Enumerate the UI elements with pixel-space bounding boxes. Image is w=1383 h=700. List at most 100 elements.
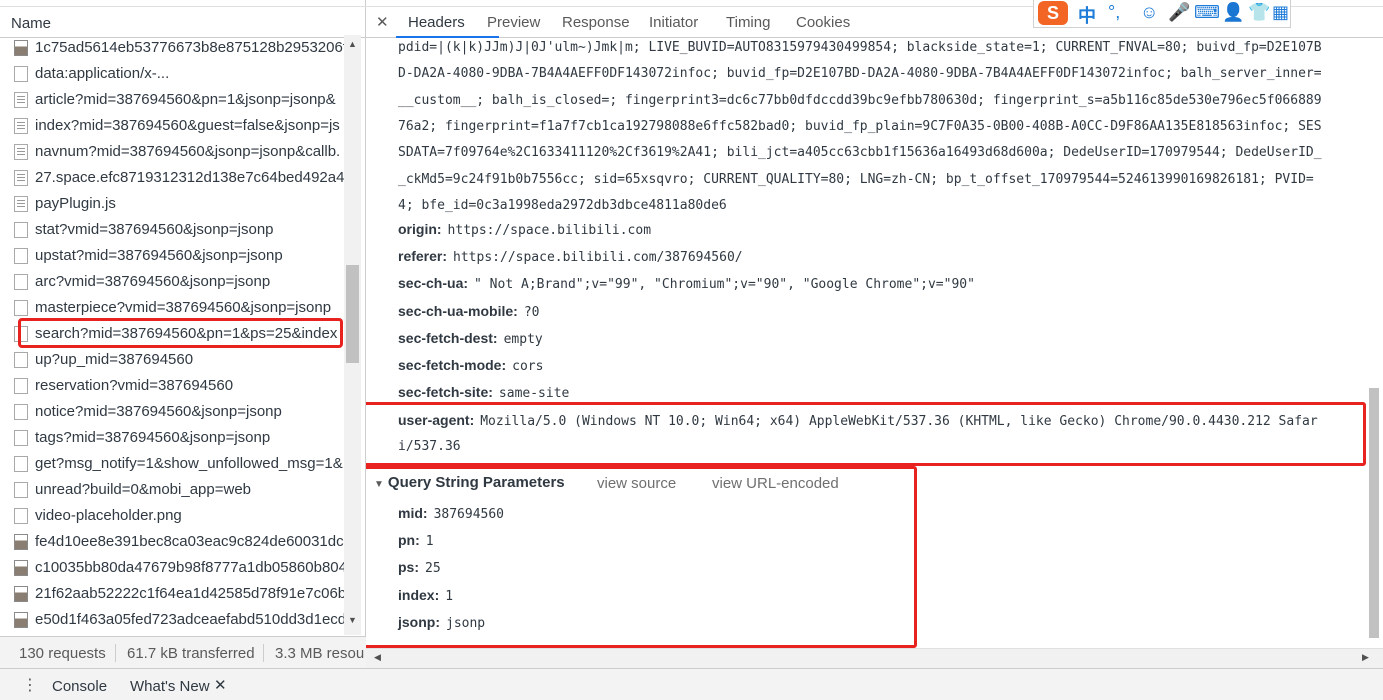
tab-whats-new[interactable]: What's New <box>130 678 210 695</box>
blank-file-icon <box>14 430 28 446</box>
network-summary-bar: 130 requests 61.7 kB transferred 3.3 MB … <box>0 636 366 668</box>
request-row[interactable]: unread?build=0&mobi_app=web <box>0 477 344 503</box>
request-row[interactable]: upstat?mid=387694560&jsonp=jsonp <box>0 243 344 269</box>
tab-cookies[interactable]: Cookies <box>796 14 850 31</box>
request-name: up?up_mid=387694560 <box>35 351 194 368</box>
close-icon[interactable]: ✕ <box>376 13 389 31</box>
blank-file-icon <box>14 274 28 290</box>
request-name: 1c75ad5614eb53776673b8e875128b2953206f. <box>35 39 344 56</box>
mic-icon[interactable]: 🎤 <box>1168 2 1190 23</box>
request-row[interactable]: arc?vmid=387694560&jsonp=jsonp <box>0 269 344 295</box>
divider <box>263 644 264 662</box>
request-name: reservation?vmid=387694560 <box>35 377 234 394</box>
request-name: video-placeholder.png <box>35 507 182 524</box>
request-name: payPlugin.js <box>35 195 116 212</box>
punctuation-toggle[interactable]: °, <box>1108 2 1120 23</box>
name-column-header[interactable]: Name <box>11 15 51 32</box>
request-row[interactable]: reservation?vmid=387694560 <box>0 373 344 399</box>
document-icon <box>14 196 28 212</box>
request-name: get?msg_notify=1&show_unfollowed_msg=1& <box>35 455 343 472</box>
sogou-logo-icon[interactable]: S <box>1038 1 1068 25</box>
scrollbar-thumb[interactable] <box>346 265 359 363</box>
request-row[interactable]: get?msg_notify=1&show_unfollowed_msg=1& <box>0 451 344 477</box>
request-row[interactable]: 1c75ad5614eb53776673b8e875128b2953206f. <box>0 35 344 61</box>
request-row[interactable]: fe4d10ee8e391bec8ca03eac9c824de60031dce <box>0 529 344 555</box>
blank-file-icon <box>14 508 28 524</box>
request-name: 27.space.efc8719312312d138e7c64bed492a48 <box>35 169 344 186</box>
scroll-down-icon[interactable]: ▼ <box>348 615 357 625</box>
tab-initiator[interactable]: Initiator <box>649 14 698 31</box>
document-icon <box>14 118 28 134</box>
request-name: e50d1f463a05fed723adceaefabd510dd3d1ecd <box>35 611 344 628</box>
request-name: tags?mid=387694560&jsonp=jsonp <box>35 429 271 446</box>
request-name: unread?build=0&mobi_app=web <box>35 481 252 498</box>
divider <box>115 644 116 662</box>
tab-console[interactable]: Console <box>52 678 107 695</box>
scroll-right-icon[interactable]: ▶ <box>1362 652 1369 663</box>
header-name: sec-fetch-mode: <box>398 357 507 373</box>
request-row[interactable]: 27.space.efc8719312312d138e7c64bed492a48 <box>0 165 344 191</box>
request-name: masterpiece?vmid=387694560&jsonp=jsonp <box>35 299 332 316</box>
details-horizontal-scrollbar[interactable]: ◀ ▶ <box>366 648 1383 668</box>
grid-icon[interactable]: ▦ <box>1272 2 1289 23</box>
request-name: upstat?mid=387694560&jsonp=jsonp <box>35 247 283 264</box>
request-name: fe4d10ee8e391bec8ca03eac9c824de60031dce <box>35 533 344 550</box>
tab-headers[interactable]: Headers <box>408 14 465 31</box>
header-name: origin: <box>398 221 442 237</box>
request-header: sec-ch-ua: " Not A;Brand";v="99", "Chromi… <box>398 275 975 292</box>
scrollbar-thumb[interactable] <box>1369 388 1379 638</box>
request-row[interactable]: notice?mid=387694560&jsonp=jsonp <box>0 399 344 425</box>
emoji-icon[interactable]: ☺ <box>1140 2 1158 23</box>
scroll-left-icon[interactable]: ◀ <box>374 652 381 663</box>
request-row[interactable]: article?mid=387694560&pn=1&jsonp=jsonp& <box>0 87 344 113</box>
request-row[interactable]: 21f62aab52222c1f64ea1d42585d78f91e7c06b. <box>0 581 344 607</box>
request-row[interactable]: stat?vmid=387694560&jsonp=jsonp <box>0 217 344 243</box>
header-name: sec-fetch-dest: <box>398 329 498 346</box>
input-mode-toggle[interactable]: 中 <box>1078 2 1096 28</box>
request-row[interactable]: e50d1f463a05fed723adceaefabd510dd3d1ecd <box>0 607 344 633</box>
ime-toolbar: S 中 °, ☺ 🎤 ⌨ 👤 👕 ▦ <box>1033 0 1291 28</box>
image-file-icon <box>14 612 28 628</box>
scroll-up-icon[interactable]: ▲ <box>348 39 357 49</box>
request-row[interactable]: data:application/x-... <box>0 61 344 87</box>
tab-timing[interactable]: Timing <box>726 14 770 31</box>
request-name: index?mid=387694560&guest=false&jsonp=js <box>35 117 340 134</box>
details-vertical-scrollbar[interactable] <box>1366 38 1383 648</box>
header-name: sec-fetch-site: <box>398 384 493 401</box>
request-row[interactable]: up?up_mid=387694560 <box>0 347 344 373</box>
more-options-icon[interactable]: ⋮ <box>22 675 38 695</box>
image-file-icon <box>14 560 28 576</box>
resource-size: 3.3 MB resou <box>275 645 365 662</box>
request-row[interactable]: tags?mid=387694560&jsonp=jsonp <box>0 425 344 451</box>
tab-response[interactable]: Response <box>562 14 630 31</box>
request-name: 21f62aab52222c1f64ea1d42585d78f91e7c06b. <box>35 585 344 602</box>
request-row[interactable]: c10035bb80da47679b98f8777a1db05860b804 <box>0 555 344 581</box>
user-icon[interactable]: 👤 <box>1222 2 1244 23</box>
request-row[interactable]: index?mid=387694560&guest=false&jsonp=js <box>0 113 344 139</box>
header-name: sec-ch-ua-mobile: <box>398 302 518 319</box>
query-string-highlight <box>366 466 917 648</box>
keyboard-icon[interactable]: ⌨ <box>1194 2 1220 23</box>
header-value: ?0 <box>523 304 540 320</box>
request-name: c10035bb80da47679b98f8777a1db05860b804 <box>35 559 344 576</box>
header-value: cors <box>512 359 544 374</box>
image-file-icon <box>14 534 28 550</box>
document-icon <box>14 170 28 186</box>
cookie-value-line: SDATA=7f09764e%2C1633411120%2Cf3619%2A41… <box>398 145 1322 161</box>
request-row[interactable]: navnum?mid=387694560&jsonp=jsonp&callb. <box>0 139 344 165</box>
request-row[interactable]: payPlugin.js <box>0 191 344 217</box>
blank-file-icon <box>14 352 28 368</box>
blank-file-icon <box>14 300 28 316</box>
request-list-scrollbar[interactable]: ▲ ▼ <box>344 35 361 635</box>
header-name: sec-ch-ua: <box>398 275 469 292</box>
request-header: sec-fetch-mode: cors <box>398 357 543 374</box>
cookie-value-line: _ckMd5=9c24f91b0b7556cc; sid=65xsqvro; C… <box>398 171 1314 187</box>
request-name: arc?vmid=387694560&jsonp=jsonp <box>35 273 271 290</box>
request-header: sec-ch-ua-mobile: ?0 <box>398 303 539 320</box>
transferred-size: 61.7 kB transferred <box>127 645 255 662</box>
request-row[interactable]: video-placeholder.png <box>0 503 344 529</box>
tab-preview[interactable]: Preview <box>487 14 540 31</box>
blank-file-icon <box>14 404 28 420</box>
close-icon[interactable]: ✕ <box>214 676 227 694</box>
skin-icon[interactable]: 👕 <box>1248 2 1270 23</box>
